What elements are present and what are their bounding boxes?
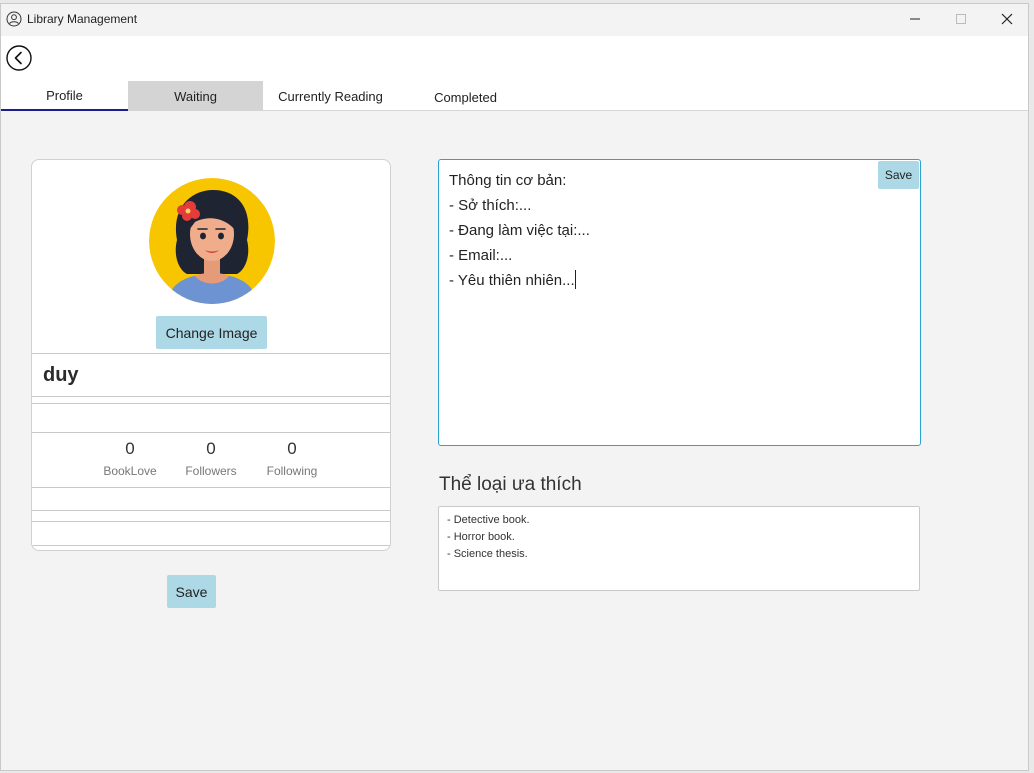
back-arrow-icon[interactable]	[6, 45, 32, 71]
bio-line: Thông tin cơ bản:	[449, 172, 567, 189]
window-title: Library Management	[27, 12, 138, 26]
tab-completed[interactable]: Completed	[398, 81, 533, 111]
text-caret	[574, 270, 576, 289]
stat-following-value: 0	[287, 439, 297, 458]
stat-followers-value: 0	[206, 439, 216, 458]
genre-item: - Science thesis.	[447, 548, 528, 560]
save-bio-button[interactable]: Save	[878, 161, 919, 189]
stat-following: 0 Following	[252, 439, 332, 478]
close-button[interactable]	[984, 4, 1030, 34]
close-icon	[1001, 13, 1013, 25]
change-image-button[interactable]: Change Image	[156, 316, 267, 349]
profile-field-empty-2[interactable]	[32, 487, 390, 511]
tab-currently-reading[interactable]: Currently Reading	[263, 81, 398, 111]
genre-item: - Detective book.	[447, 514, 530, 526]
stat-followers: 0 Followers	[171, 439, 251, 478]
maximize-button[interactable]	[938, 4, 984, 34]
bio-textarea[interactable]: Thông tin cơ bản: - Sở thích:... - Đang …	[438, 159, 921, 446]
bio-line-last: - Yêu thiên nhiên...	[449, 268, 910, 293]
stat-booklove-value: 0	[125, 439, 135, 458]
stat-following-label: Following	[266, 464, 318, 478]
title-bar: Library Management	[1, 4, 1028, 36]
bio-line: - Đang làm việc tại:...	[449, 222, 590, 239]
bio-line-text: - Yêu thiên nhiên...	[449, 272, 575, 289]
bio-line: - Email:...	[449, 247, 513, 264]
bio-line: - Sở thích:...	[449, 197, 532, 214]
favorite-genres-textarea[interactable]: - Detective book. - Horror book. - Scien…	[438, 506, 920, 591]
top-toolbar: Profile Waiting Currently Reading Comple…	[1, 36, 1028, 111]
favorite-genres-title: Thể loại ưa thích	[439, 474, 582, 495]
stat-booklove: 0 BookLove	[90, 439, 170, 478]
profile-stats: 0 BookLove 0 Followers 0 Following	[32, 433, 390, 486]
stat-followers-label: Followers	[185, 464, 237, 478]
profile-field-empty-3[interactable]	[32, 521, 390, 546]
minimize-button[interactable]	[892, 4, 938, 34]
tab-profile[interactable]: Profile	[1, 81, 128, 111]
profile-field-empty-1[interactable]	[32, 403, 390, 433]
avatar	[149, 178, 275, 304]
user-circle-icon	[6, 11, 22, 27]
profile-card: Change Image duy 0 BookLove 0 Followers …	[31, 159, 391, 551]
minimize-icon	[910, 18, 920, 20]
maximize-icon	[956, 14, 966, 24]
genre-item: - Horror book.	[447, 531, 515, 543]
stat-booklove-label: BookLove	[103, 464, 157, 478]
save-profile-button[interactable]: Save	[167, 575, 216, 608]
tab-waiting[interactable]: Waiting	[128, 81, 263, 111]
username-field[interactable]: duy	[32, 353, 390, 397]
app-window: Library Management Profile Waiting Curre…	[0, 3, 1029, 771]
